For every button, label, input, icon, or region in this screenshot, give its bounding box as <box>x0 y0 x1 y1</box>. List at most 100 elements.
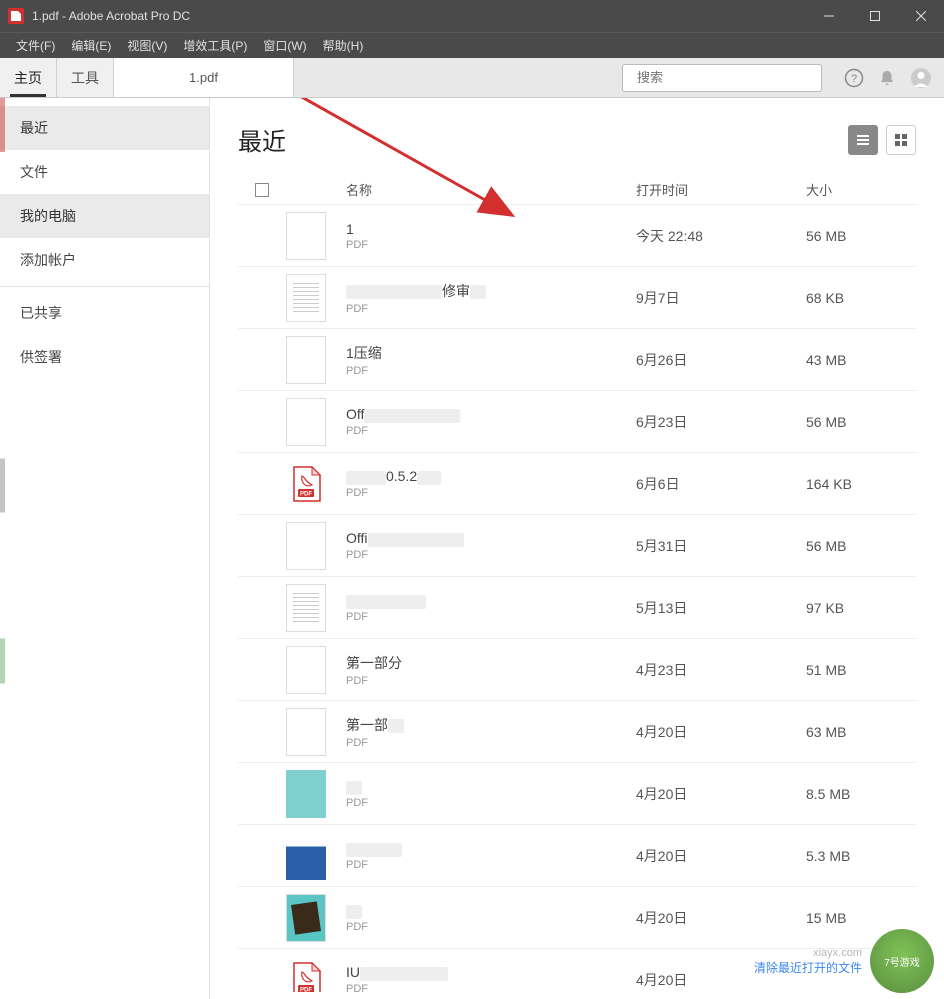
file-name: 修审 <box>346 281 636 301</box>
svg-text:PDF: PDF <box>300 491 312 497</box>
help-icon[interactable]: ? <box>844 68 864 88</box>
file-type: PDF <box>346 611 636 623</box>
maximize-button[interactable] <box>852 0 898 32</box>
select-all-checkbox[interactable] <box>255 183 269 197</box>
search-box[interactable] <box>622 64 822 92</box>
file-time: 6月26日 <box>636 350 806 370</box>
file-type: PDF <box>346 859 636 871</box>
file-size: 68 KB <box>806 290 916 306</box>
file-size: 8.5 MB <box>806 786 916 802</box>
file-row[interactable]: PDF 5月13日 97 KB <box>238 577 916 639</box>
tabbar: 主页 工具 1.pdf ? <box>0 58 944 98</box>
file-time: 4月20日 <box>636 846 806 866</box>
file-row[interactable]: PDF 0.5.2 PDF 6月6日 164 KB <box>238 453 916 515</box>
file-row[interactable]: 第一部 PDF 4月20日 63 MB <box>238 701 916 763</box>
file-row[interactable]: 第一部分 PDF 4月23日 51 MB <box>238 639 916 701</box>
profile-icon[interactable] <box>910 67 932 89</box>
file-row[interactable]: 1压缩 PDF 6月26日 43 MB <box>238 329 916 391</box>
list-header: 名称 打开时间 大小 <box>238 175 916 205</box>
sidebar-item-computer[interactable]: 我的电脑 <box>0 194 209 238</box>
file-thumbnail <box>286 894 326 942</box>
sidebar-item-add-account[interactable]: 添加帐户 <box>0 238 209 282</box>
file-name <box>346 592 636 608</box>
file-size: 56 MB <box>806 414 916 430</box>
file-type: PDF <box>346 797 636 809</box>
file-time: 4月23日 <box>636 660 806 680</box>
file-type: PDF <box>346 487 636 499</box>
file-thumbnail: PDF <box>286 956 326 993</box>
close-button[interactable] <box>898 0 944 32</box>
file-name: 第一部分 <box>346 653 636 673</box>
file-thumbnail <box>286 398 326 446</box>
file-thumbnail <box>286 708 326 756</box>
file-type: PDF <box>346 675 636 687</box>
sidebar: 最近 文件 我的电脑 添加帐户 已共享 供签署 <box>0 98 210 999</box>
menu-file[interactable]: 文件(F) <box>8 37 63 54</box>
file-name: Off <box>346 406 636 422</box>
svg-text:?: ? <box>851 73 857 85</box>
file-type: PDF <box>346 737 636 749</box>
sidebar-item-sign[interactable]: 供签署 <box>0 335 209 379</box>
file-size: 51 MB <box>806 662 916 678</box>
file-thumbnail <box>286 336 326 384</box>
view-grid-button[interactable] <box>886 125 916 155</box>
menu-edit[interactable]: 编辑(E) <box>63 37 119 54</box>
file-name: 1 <box>346 221 636 237</box>
column-name[interactable]: 名称 <box>346 180 636 199</box>
search-input[interactable] <box>637 70 813 85</box>
file-time: 9月7日 <box>636 288 806 308</box>
tab-document[interactable]: 1.pdf <box>114 58 294 97</box>
column-size[interactable]: 大小 <box>806 180 916 199</box>
file-time: 5月13日 <box>636 598 806 618</box>
file-row[interactable]: Off PDF 6月23日 56 MB <box>238 391 916 453</box>
menu-plugins[interactable]: 增效工具(P) <box>175 37 255 54</box>
file-size: 97 KB <box>806 600 916 616</box>
file-type: PDF <box>346 549 636 561</box>
file-name: 0.5.2 <box>346 468 636 484</box>
file-row[interactable]: PDF 4月20日 8.5 MB <box>238 763 916 825</box>
sidebar-item-files[interactable]: 文件 <box>0 150 209 194</box>
menu-view[interactable]: 视图(V) <box>119 37 175 54</box>
file-time: 4月20日 <box>636 784 806 804</box>
file-type: PDF <box>346 921 636 933</box>
file-type: PDF <box>346 983 636 992</box>
file-row[interactable]: PDF 4月20日 5.3 MB <box>238 825 916 887</box>
clear-recent-link[interactable]: 清除最近打开的文件 <box>754 959 862 976</box>
file-row[interactable]: Offi PDF 5月31日 56 MB <box>238 515 916 577</box>
tab-tools[interactable]: 工具 <box>57 58 114 97</box>
file-thumbnail <box>286 584 326 632</box>
grid-icon <box>893 132 909 148</box>
view-list-button[interactable] <box>848 125 878 155</box>
file-time: 4月20日 <box>636 722 806 742</box>
minimize-button[interactable] <box>806 0 852 32</box>
file-name <box>346 778 636 794</box>
file-name: IU <box>346 964 636 980</box>
file-thumbnail <box>286 832 326 880</box>
app-icon <box>8 8 24 24</box>
sidebar-separator <box>0 286 209 287</box>
file-time: 5月31日 <box>636 536 806 556</box>
list-icon <box>855 132 871 148</box>
file-row[interactable]: 修审 PDF 9月7日 68 KB <box>238 267 916 329</box>
file-time: 6月23日 <box>636 412 806 432</box>
window-title: 1.pdf - Adobe Acrobat Pro DC <box>32 9 806 23</box>
file-thumbnail <box>286 646 326 694</box>
column-time[interactable]: 打开时间 <box>636 180 806 199</box>
file-size: 5.3 MB <box>806 848 916 864</box>
menu-window[interactable]: 窗口(W) <box>255 37 314 54</box>
tab-home[interactable]: 主页 <box>0 58 57 97</box>
file-size: 43 MB <box>806 352 916 368</box>
page-title: 最近 <box>238 122 286 157</box>
file-name <box>346 902 636 918</box>
file-size: 56 MB <box>806 228 916 244</box>
bell-icon[interactable] <box>878 69 896 87</box>
sidebar-item-shared[interactable]: 已共享 <box>0 291 209 335</box>
file-type: PDF <box>346 239 636 251</box>
file-thumbnail: PDF <box>286 460 326 508</box>
file-row[interactable]: 1 PDF 今天 22:48 56 MB <box>238 205 916 267</box>
file-type: PDF <box>346 365 636 377</box>
menu-help[interactable]: 帮助(H) <box>315 37 372 54</box>
sidebar-item-recent[interactable]: 最近 <box>0 106 209 150</box>
titlebar: 1.pdf - Adobe Acrobat Pro DC <box>0 0 944 32</box>
file-list: 1 PDF 今天 22:48 56 MB 修审 PDF 9月7日 68 KB 1… <box>238 205 916 992</box>
